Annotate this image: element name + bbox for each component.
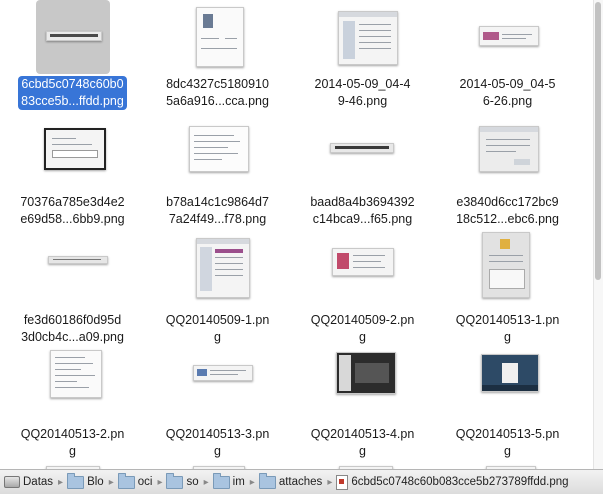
file-name[interactable]: 2014-05-09_04-5 6-26.png — [435, 76, 580, 110]
path-crumb-folder[interactable]: attaches — [258, 470, 323, 494]
file-name[interactable]: QQ20140509-1.pn g — [145, 312, 290, 346]
file-item[interactable]: QQ20140513-1.pn g — [435, 232, 580, 352]
icon-grid: 6cbd5c0748c60b0 83cce5b...ffdd.png 8dc432… — [0, 0, 594, 470]
file-thumbnail[interactable] — [471, 0, 545, 74]
scrollbar-thumb[interactable] — [595, 2, 601, 280]
path-crumb-folder[interactable]: Blo — [67, 470, 104, 494]
file-item[interactable]: QQ20140513-4.pn g — [290, 350, 435, 466]
file-item[interactable]: QQ20140513-3.pn g — [145, 350, 290, 466]
path-separator-icon: ▸ — [157, 476, 163, 488]
file-thumbnail[interactable] — [36, 350, 110, 424]
file-name[interactable]: QQ20140513-4.pn g — [290, 426, 435, 460]
folder-icon — [67, 472, 85, 489]
path-crumb-label: im — [232, 476, 245, 488]
vertical-scrollbar[interactable] — [593, 0, 603, 470]
path-crumb-datas[interactable]: Datas — [0, 470, 53, 494]
file-thumbnail[interactable] — [471, 232, 545, 310]
file-name[interactable]: QQ20140513-3.pn g — [145, 426, 290, 460]
image-file-icon — [336, 474, 349, 490]
path-crumb-file[interactable]: 6cbd5c0748c60b083cce5b273789ffdd.png — [336, 470, 569, 494]
file-name[interactable]: 6cbd5c0748c60b0 83cce5b...ffdd.png — [0, 76, 145, 110]
file-thumbnail[interactable] — [326, 118, 400, 192]
path-separator-icon: ▸ — [249, 476, 255, 488]
file-item[interactable]: QQ20140509-1.pn g — [145, 236, 290, 352]
finder-window: 6cbd5c0748c60b0 83cce5b...ffdd.png 8dc432… — [0, 0, 603, 494]
file-item[interactable]: 2014-05-09_04-5 6-26.png — [435, 0, 580, 116]
path-separator-icon: ▸ — [203, 476, 209, 488]
file-name[interactable]: QQ20140509-2.pn g — [290, 312, 435, 346]
file-item[interactable]: QQ20140513-5.pn g — [435, 350, 580, 466]
file-name[interactable]: QQ20140513-1.pn g — [435, 312, 580, 346]
file-thumbnail[interactable] — [181, 0, 255, 74]
file-name[interactable]: e3840d6cc172bc9 18c512...ebc6.png — [435, 194, 580, 228]
file-thumbnail[interactable] — [181, 118, 255, 192]
file-item[interactable]: 6cbd5c0748c60b0 83cce5b...ffdd.png — [0, 0, 145, 116]
path-crumb-label: Blo — [87, 476, 104, 488]
file-item[interactable]: e3840d6cc172bc9 18c512...ebc6.png — [435, 118, 580, 234]
file-item[interactable]: baad8a4b3694392 c14bca9...f65.png — [290, 118, 435, 234]
file-name[interactable]: fe3d60186f0d95d 3d0cb4c...a09.png — [0, 312, 145, 346]
path-crumb-label: oci — [137, 476, 153, 488]
file-name[interactable]: baad8a4b3694392 c14bca9...f65.png — [290, 194, 435, 228]
file-name[interactable]: QQ20140513-2.pn g — [0, 426, 145, 460]
folder-icon — [212, 472, 230, 489]
file-thumbnail[interactable] — [36, 236, 110, 310]
folder-icon — [258, 472, 276, 489]
path-bar: Datas ▸ Blo ▸ oci ▸ so ▸ im ▸ attaches ▸ — [0, 469, 603, 494]
file-name[interactable]: b78a14c1c9864d7 7a24f49...f78.png — [145, 194, 290, 228]
file-item[interactable]: 70376a785e3d4e2 e69d58...6bb9.png — [0, 118, 145, 234]
path-crumb-label: Datas — [23, 476, 54, 488]
file-thumbnail[interactable] — [36, 118, 110, 192]
path-separator-icon: ▸ — [58, 476, 64, 488]
file-item[interactable]: 8dc4327c5180910 5a6a916...cca.png — [145, 0, 290, 116]
file-thumbnail[interactable] — [326, 236, 400, 310]
file-thumbnail[interactable] — [181, 236, 255, 310]
file-thumbnail[interactable] — [471, 350, 545, 424]
hard-disk-icon — [4, 476, 20, 488]
folder-icon — [117, 472, 135, 489]
file-item[interactable]: 2014-05-09_04-4 9-46.png — [290, 0, 435, 116]
path-crumb-label: attaches — [278, 476, 323, 488]
file-item[interactable]: b78a14c1c9864d7 7a24f49...f78.png — [145, 118, 290, 234]
file-name[interactable]: 70376a785e3d4e2 e69d58...6bb9.png — [0, 194, 145, 228]
folder-icon — [166, 472, 184, 489]
file-name[interactable]: QQ20140513-5.pn g — [435, 426, 580, 460]
file-item[interactable]: fe3d60186f0d95d 3d0cb4c...a09.png — [0, 236, 145, 352]
file-thumbnail[interactable] — [36, 0, 110, 74]
file-thumbnail[interactable] — [326, 350, 400, 424]
path-crumb-label: so — [186, 476, 199, 488]
file-name[interactable]: 8dc4327c5180910 5a6a916...cca.png — [145, 76, 290, 110]
file-name[interactable]: 2014-05-09_04-4 9-46.png — [290, 76, 435, 110]
file-item[interactable]: QQ20140509-2.pn g — [290, 236, 435, 352]
path-crumb-folder[interactable]: so — [166, 470, 199, 494]
path-crumb-folder[interactable]: im — [212, 470, 245, 494]
path-separator-icon: ▸ — [327, 476, 333, 488]
file-thumbnail[interactable] — [181, 350, 255, 424]
file-item[interactable]: QQ20140513-2.pn g — [0, 350, 145, 466]
path-separator-icon: ▸ — [108, 476, 114, 488]
file-thumbnail[interactable] — [326, 0, 400, 74]
path-crumb-folder[interactable]: oci — [117, 470, 153, 494]
path-crumb-label: 6cbd5c0748c60b083cce5b273789ffdd.png — [351, 476, 569, 488]
file-thumbnail[interactable] — [471, 118, 545, 192]
